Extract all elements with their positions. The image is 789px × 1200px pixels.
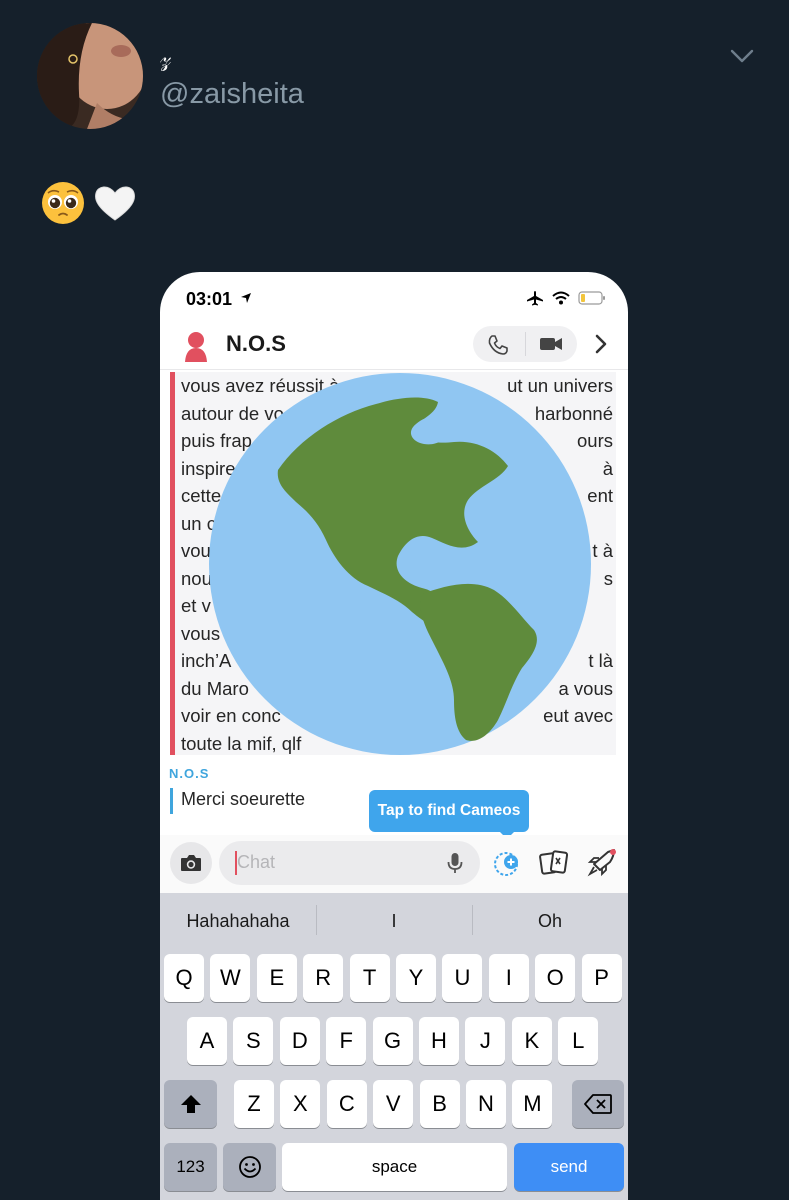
avatar[interactable] (37, 23, 143, 129)
phone-icon[interactable] (487, 334, 509, 356)
status-bar: 03:01 (160, 272, 628, 322)
embedded-screenshot[interactable]: 03:01 N.O.S vous avez réussit à ut un un… (160, 272, 628, 1200)
chevron-down-icon[interactable] (728, 44, 756, 68)
key-o[interactable]: O (535, 954, 576, 1002)
key-n[interactable]: N (466, 1080, 506, 1128)
key-h[interactable]: H (419, 1017, 459, 1065)
key-z[interactable]: Z (234, 1080, 274, 1128)
call-buttons (473, 326, 577, 362)
key-m[interactable]: M (512, 1080, 553, 1128)
key-w[interactable]: W (210, 954, 251, 1002)
emoji-key[interactable] (223, 1143, 276, 1191)
shift-key[interactable] (164, 1080, 217, 1128)
key-y[interactable]: Y (396, 954, 436, 1002)
quoted-line-segment: t à (592, 540, 613, 561)
key-k[interactable]: K (511, 1017, 552, 1065)
microphone-icon[interactable] (447, 852, 463, 874)
quoted-line-segment: vou (181, 540, 211, 561)
status-time: 03:01 (186, 289, 233, 309)
display-name: 𝓏 (160, 44, 172, 72)
quoted-line-segment: et v (181, 595, 211, 616)
white-heart-icon (95, 186, 135, 221)
key-g[interactable]: G (372, 1017, 413, 1065)
key-r[interactable]: R (303, 954, 344, 1002)
battery-icon (578, 291, 605, 305)
suggestion-bar: Hahahahaha I Oh (160, 893, 628, 949)
cameo-icon[interactable] (493, 850, 521, 878)
chevron-right-icon[interactable] (594, 334, 608, 354)
key-p[interactable]: P (581, 954, 622, 1002)
cards-icon[interactable] (538, 850, 570, 876)
chat-title[interactable]: N.O.S (226, 331, 286, 357)
cameos-tooltip[interactable]: Tap to find Cameos (369, 790, 529, 832)
suggestion-3[interactable]: Oh (472, 893, 628, 949)
camera-button[interactable] (170, 842, 212, 884)
reply-accent-bar (170, 788, 173, 814)
tweet-text (40, 178, 138, 228)
key-c[interactable]: C (326, 1080, 367, 1128)
key-a[interactable]: A (187, 1017, 227, 1065)
key-t[interactable]: T (349, 954, 390, 1002)
key-d[interactable]: D (279, 1017, 320, 1065)
camera-icon (181, 855, 201, 871)
pleading-face-icon (42, 182, 84, 224)
key-q[interactable]: Q (164, 954, 204, 1002)
key-v[interactable]: V (373, 1080, 414, 1128)
suggestion-1[interactable]: Hahahahaha (160, 893, 316, 949)
emoji-icon (238, 1156, 261, 1178)
quote-accent-bar (170, 372, 175, 755)
wifi-icon (552, 291, 570, 305)
key-s[interactable]: S (233, 1017, 274, 1065)
chat-header: N.O.S (160, 324, 628, 370)
space-key[interactable]: space (282, 1143, 507, 1191)
quoted-line-segment: t là (588, 650, 613, 671)
send-key[interactable]: send (514, 1143, 624, 1191)
quoted-line-segment: à (602, 457, 613, 479)
key-u[interactable]: U (442, 954, 483, 1002)
backspace-icon (584, 1094, 612, 1114)
airplane-icon (527, 291, 543, 306)
key-i[interactable]: I (488, 954, 529, 1002)
reply-sender: N.O.S (169, 766, 210, 781)
bitmoji-icon[interactable] (182, 330, 210, 362)
chat-placeholder: Chat (237, 852, 276, 872)
reply-message: Merci soeurette (181, 789, 306, 809)
globe-emoji-overlay (209, 373, 591, 755)
numbers-key[interactable]: 123 (164, 1143, 217, 1191)
key-e[interactable]: E (256, 954, 297, 1002)
backspace-key[interactable] (572, 1080, 624, 1128)
quoted-line-segment: s (603, 567, 613, 589)
location-arrow-icon (241, 293, 251, 303)
video-camera-icon[interactable] (539, 336, 563, 352)
key-f[interactable]: F (326, 1017, 367, 1065)
key-l[interactable]: L (558, 1017, 599, 1065)
user-handle: @zaisheita (160, 78, 304, 110)
chat-input[interactable]: Chat (219, 841, 480, 885)
shift-icon (180, 1095, 201, 1113)
key-x[interactable]: X (280, 1080, 321, 1128)
key-j[interactable]: J (465, 1017, 506, 1065)
keyboard: Hahahahaha I Oh 123 space send Q W E R T… (160, 893, 628, 1200)
key-b[interactable]: B (419, 1080, 460, 1128)
suggestion-2[interactable]: I (316, 893, 472, 949)
rocket-icon[interactable] (586, 848, 618, 878)
